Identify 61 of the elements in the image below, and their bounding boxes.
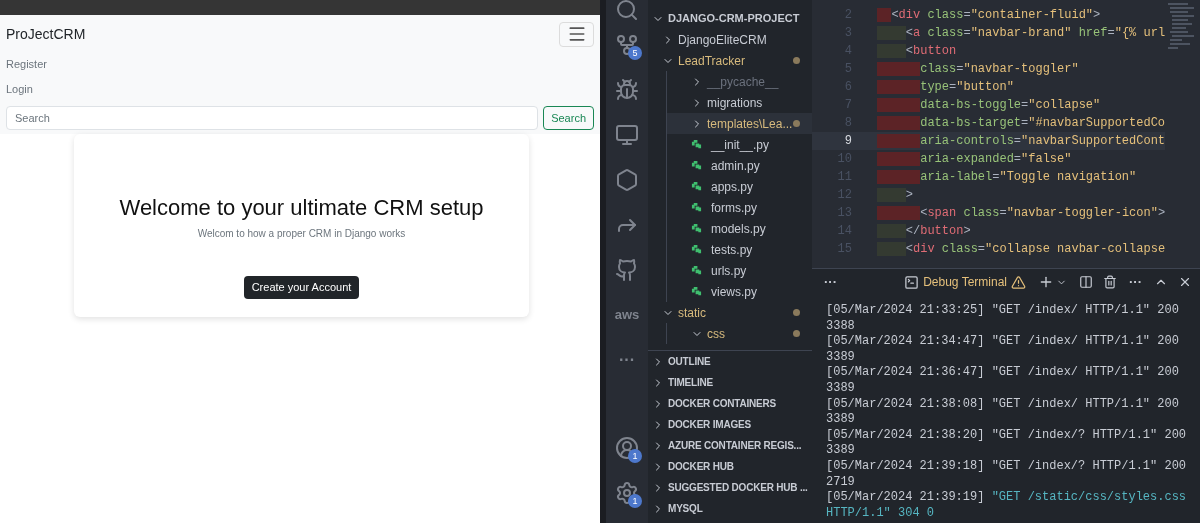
brand-link[interactable]: ProJectCRM (6, 23, 86, 45)
file-item[interactable]: __init__.py (667, 134, 812, 155)
log-entry: [05/Mar/2024 21:33:25] "GET /index/ HTTP/1.1" 200 3388 (826, 303, 1180, 335)
search-field[interactable]: Search (6, 106, 539, 130)
code-line: <div class="container-fluid"> (877, 6, 1101, 24)
more-button[interactable]: ··· (1129, 272, 1142, 292)
sidebar-section[interactable]: DOCKER CONTAINERS (648, 393, 812, 414)
search-button[interactable]: Search (543, 106, 594, 130)
log-entry: [05/Mar/2024 21:34:47] "GET /index/ HTTP/1.1" 200 3389 (826, 334, 1180, 366)
create-account-button[interactable]: Create your Account (243, 276, 360, 299)
code-line: <div class="collapse navbar-collapse (877, 240, 1166, 258)
nav-link[interactable]: Register (6, 57, 47, 71)
log-entry: [05/Mar/2024 21:39:18] "GET /index/? HTTP/1.1" 200 2719 (826, 458, 1188, 491)
folder-item[interactable]: css (667, 323, 812, 344)
more-button[interactable]: ··· (619, 351, 635, 368)
aws-logo[interactable]: aws (614, 308, 640, 321)
log-entry: [05/Mar/2024 21:39:19] "GET /static/css/styles.css HTTP/1.1" 304 0 (826, 490, 1188, 522)
project-header[interactable]: DJANGO-CRM-PROJECT (648, 8, 812, 29)
code-line: aria-controls="navbarSupportedCont (877, 132, 1166, 150)
file-item[interactable]: admin.py (667, 155, 812, 176)
file-item[interactable]: models.py (667, 218, 812, 239)
code-line: </button> (877, 222, 971, 240)
code-line: <span class="navbar-toggler-icon"> (877, 204, 1166, 222)
log-entry: [05/Mar/2024 21:38:08] "GET /index/ HTTP/1.1" 200 3389 (826, 396, 1180, 428)
folder-item[interactable]: templates\Lea... (667, 113, 812, 134)
nav-link[interactable]: Login (6, 82, 33, 96)
code-line: data-bs-toggle="collapse" (877, 96, 1101, 114)
code-line: class="navbar-toggler" (877, 60, 1079, 78)
file-item[interactable]: tests.py (667, 239, 812, 260)
folder-item[interactable]: migrations (667, 92, 812, 113)
folder-item[interactable]: DjangoEliteCRM (648, 29, 812, 50)
code-line: aria-expanded="false" (877, 150, 1072, 168)
code-line: type="button" (877, 78, 1014, 96)
sidebar-section[interactable]: OUTLINE (648, 351, 812, 372)
sidebar-section[interactable]: SUGGESTED DOCKER HUB ... (648, 477, 812, 498)
sidebar-section[interactable]: MYSQL (648, 498, 812, 519)
code-line: aria-label="Toggle navigation" (877, 168, 1137, 186)
terminal-name[interactable]: Debug Terminal (923, 273, 1007, 291)
sidebar-section[interactable]: DOCKER HUB (648, 456, 812, 477)
count-badge: 5 (628, 46, 642, 60)
code-line: <a class="navbar-brand" href="{% url (877, 24, 1166, 42)
file-item[interactable]: views.py (667, 281, 812, 302)
file-item[interactable]: apps.py (667, 176, 812, 197)
code-line: > (877, 186, 913, 204)
log-entry: [05/Mar/2024 21:36:47] "GET /index/ HTTP/1.1" 200 3389 (826, 365, 1180, 397)
hero-subtitle: Welcom to how a proper CRM in Django works (197, 227, 406, 241)
sidebar-section[interactable]: DOCKER IMAGES (648, 414, 812, 435)
code-line: data-bs-target="#navbarSupportedCo (877, 114, 1166, 132)
line-number: 9 (843, 133, 852, 150)
sidebar-section[interactable]: AZURE CONTAINER REGIS... (648, 435, 812, 456)
more-button[interactable]: ··· (824, 272, 837, 292)
code-line: <button (877, 42, 957, 60)
sidebar-section[interactable]: TIMELINE (648, 372, 812, 393)
folder-item[interactable]: static (648, 302, 812, 323)
hero-heading: Welcome to your ultimate CRM setup (119, 195, 484, 221)
file-item[interactable]: forms.py (667, 197, 812, 218)
count-badge: 1 (628, 449, 642, 463)
log-entry: [05/Mar/2024 21:38:20] "GET /index/? HTTP/1.1" 200 3389 (826, 427, 1188, 459)
count-badge: 1 (628, 494, 642, 508)
file-item[interactable]: urls.py (667, 260, 812, 281)
folder-item[interactable]: LeadTracker (648, 50, 812, 71)
